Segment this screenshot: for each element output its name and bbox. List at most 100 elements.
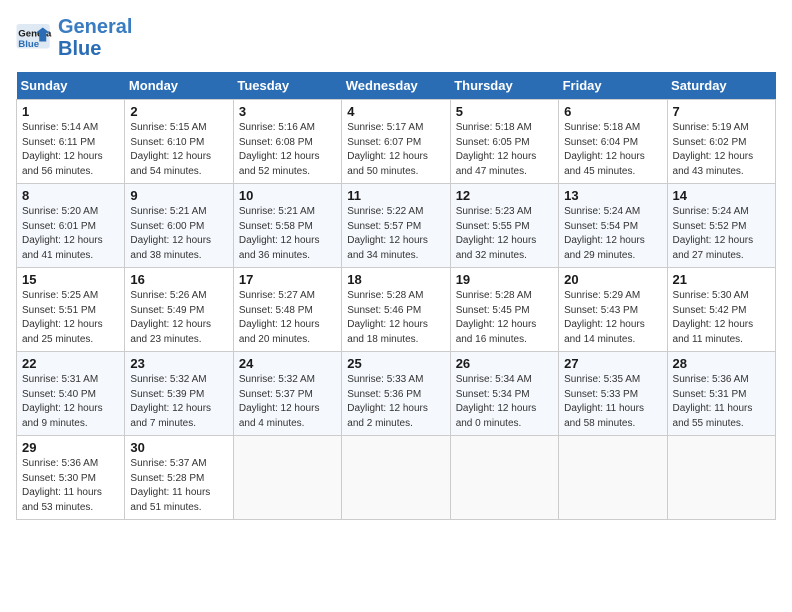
day-info: Sunrise: 5:30 AMSunset: 5:42 PMDaylight:… [673,289,770,347]
calendar-cell: 23 Sunrise: 5:32 AMSunset: 5:39 PMDayligh… [125,352,233,436]
day-number: 4 [347,104,444,119]
day-info: Sunrise: 5:23 AMSunset: 5:55 PMDaylight:… [456,205,553,263]
logo-icon: General Blue [16,24,52,52]
day-info: Sunrise: 5:22 AMSunset: 5:57 PMDaylight:… [347,205,444,263]
calendar-cell: 11 Sunrise: 5:22 AMSunset: 5:57 PMDayligh… [342,184,450,268]
day-info: Sunrise: 5:37 AMSunset: 5:28 PMDaylight:… [130,457,227,515]
day-number: 11 [347,188,444,203]
day-info: Sunrise: 5:36 AMSunset: 5:30 PMDaylight:… [22,457,119,515]
calendar-cell: 2 Sunrise: 5:15 AMSunset: 6:10 PMDaylight… [125,100,233,184]
calendar-cell: 24 Sunrise: 5:32 AMSunset: 5:37 PMDayligh… [233,352,341,436]
day-info: Sunrise: 5:28 AMSunset: 5:45 PMDaylight:… [456,289,553,347]
day-number: 23 [130,356,227,371]
day-info: Sunrise: 5:31 AMSunset: 5:40 PMDaylight:… [22,373,119,431]
day-number: 9 [130,188,227,203]
day-number: 30 [130,440,227,455]
calendar-cell: 10 Sunrise: 5:21 AMSunset: 5:58 PMDayligh… [233,184,341,268]
calendar-cell [559,436,667,520]
day-number: 1 [22,104,119,119]
day-info: Sunrise: 5:36 AMSunset: 5:31 PMDaylight:… [673,373,770,431]
day-number: 13 [564,188,661,203]
dow-header: Thursday [450,72,558,100]
logo-text: GeneralBlue [58,16,132,60]
day-number: 16 [130,272,227,287]
calendar-cell: 4Sunrise: 5:17 AMSunset: 6:07 PMDaylight… [342,100,450,184]
day-info: Sunrise: 5:14 AMSunset: 6:11 PMDaylight:… [22,121,119,179]
day-number: 25 [347,356,444,371]
calendar-table: SundayMondayTuesdayWednesdayThursdayFrid… [16,72,776,520]
day-info: Sunrise: 5:20 AMSunset: 6:01 PMDaylight:… [22,205,119,263]
day-number: 20 [564,272,661,287]
day-number: 7 [673,104,770,119]
day-number: 8 [22,188,119,203]
calendar-cell: 12 Sunrise: 5:23 AMSunset: 5:55 PMDayligh… [450,184,558,268]
calendar-cell: 8 Sunrise: 5:20 AMSunset: 6:01 PMDaylight… [17,184,125,268]
calendar-cell: 22 Sunrise: 5:31 AMSunset: 5:40 PMDayligh… [17,352,125,436]
day-number: 2 [130,104,227,119]
calendar-cell: 21Sunrise: 5:30 AMSunset: 5:42 PMDayligh… [667,268,775,352]
day-info: Sunrise: 5:35 AMSunset: 5:33 PMDaylight:… [564,373,661,431]
calendar-cell: 25 Sunrise: 5:33 AMSunset: 5:36 PMDayligh… [342,352,450,436]
calendar-cell: 14Sunrise: 5:24 AMSunset: 5:52 PMDayligh… [667,184,775,268]
calendar-cell [233,436,341,520]
day-info: Sunrise: 5:33 AMSunset: 5:36 PMDaylight:… [347,373,444,431]
dow-header: Tuesday [233,72,341,100]
day-info: Sunrise: 5:24 AMSunset: 5:54 PMDaylight:… [564,205,661,263]
day-number: 17 [239,272,336,287]
calendar-cell: 19 Sunrise: 5:28 AMSunset: 5:45 PMDayligh… [450,268,558,352]
calendar-cell: 15 Sunrise: 5:25 AMSunset: 5:51 PMDayligh… [17,268,125,352]
day-info: Sunrise: 5:25 AMSunset: 5:51 PMDaylight:… [22,289,119,347]
day-number: 3 [239,104,336,119]
svg-text:Blue: Blue [18,39,39,50]
day-info: Sunrise: 5:34 AMSunset: 5:34 PMDaylight:… [456,373,553,431]
day-number: 10 [239,188,336,203]
calendar-cell: 20 Sunrise: 5:29 AMSunset: 5:43 PMDayligh… [559,268,667,352]
day-info: Sunrise: 5:21 AMSunset: 5:58 PMDaylight:… [239,205,336,263]
dow-header: Sunday [17,72,125,100]
day-number: 22 [22,356,119,371]
day-info: Sunrise: 5:18 AMSunset: 6:04 PMDaylight:… [564,121,661,179]
calendar-cell: 7 Sunrise: 5:19 AMSunset: 6:02 PMDaylight… [667,100,775,184]
calendar-cell: 6 Sunrise: 5:18 AMSunset: 6:04 PMDaylight… [559,100,667,184]
day-number: 19 [456,272,553,287]
day-number: 12 [456,188,553,203]
day-info: Sunrise: 5:26 AMSunset: 5:49 PMDaylight:… [130,289,227,347]
calendar-cell: 3 Sunrise: 5:16 AMSunset: 6:08 PMDaylight… [233,100,341,184]
day-info: Sunrise: 5:18 AMSunset: 6:05 PMDaylight:… [456,121,553,179]
day-number: 5 [456,104,553,119]
day-info: Sunrise: 5:21 AMSunset: 6:00 PMDaylight:… [130,205,227,263]
day-number: 26 [456,356,553,371]
day-number: 29 [22,440,119,455]
day-number: 18 [347,272,444,287]
day-info: Sunrise: 5:16 AMSunset: 6:08 PMDaylight:… [239,121,336,179]
day-number: 6 [564,104,661,119]
page-header: General Blue GeneralBlue [16,16,776,60]
calendar-cell: 29 Sunrise: 5:36 AMSunset: 5:30 PMDayligh… [17,436,125,520]
calendar-cell: 9 Sunrise: 5:21 AMSunset: 6:00 PMDaylight… [125,184,233,268]
day-info: Sunrise: 5:29 AMSunset: 5:43 PMDaylight:… [564,289,661,347]
day-info: Sunrise: 5:32 AMSunset: 5:39 PMDaylight:… [130,373,227,431]
day-info: Sunrise: 5:27 AMSunset: 5:48 PMDaylight:… [239,289,336,347]
calendar-cell: 30 Sunrise: 5:37 AMSunset: 5:28 PMDayligh… [125,436,233,520]
calendar-cell: 13 Sunrise: 5:24 AMSunset: 5:54 PMDayligh… [559,184,667,268]
day-info: Sunrise: 5:15 AMSunset: 6:10 PMDaylight:… [130,121,227,179]
dow-header: Saturday [667,72,775,100]
svg-text:General: General [18,28,52,39]
day-info: Sunrise: 5:32 AMSunset: 5:37 PMDaylight:… [239,373,336,431]
day-number: 28 [673,356,770,371]
day-info: Sunrise: 5:19 AMSunset: 6:02 PMDaylight:… [673,121,770,179]
dow-header: Friday [559,72,667,100]
day-number: 27 [564,356,661,371]
logo: General Blue GeneralBlue [16,16,132,60]
day-info: Sunrise: 5:24 AMSunset: 5:52 PMDaylight:… [673,205,770,263]
day-number: 15 [22,272,119,287]
calendar-cell: 27 Sunrise: 5:35 AMSunset: 5:33 PMDayligh… [559,352,667,436]
calendar-cell [342,436,450,520]
calendar-cell [667,436,775,520]
calendar-cell: 28 Sunrise: 5:36 AMSunset: 5:31 PMDayligh… [667,352,775,436]
day-number: 24 [239,356,336,371]
calendar-cell: 17 Sunrise: 5:27 AMSunset: 5:48 PMDayligh… [233,268,341,352]
calendar-cell [450,436,558,520]
day-info: Sunrise: 5:28 AMSunset: 5:46 PMDaylight:… [347,289,444,347]
calendar-cell: 26 Sunrise: 5:34 AMSunset: 5:34 PMDayligh… [450,352,558,436]
